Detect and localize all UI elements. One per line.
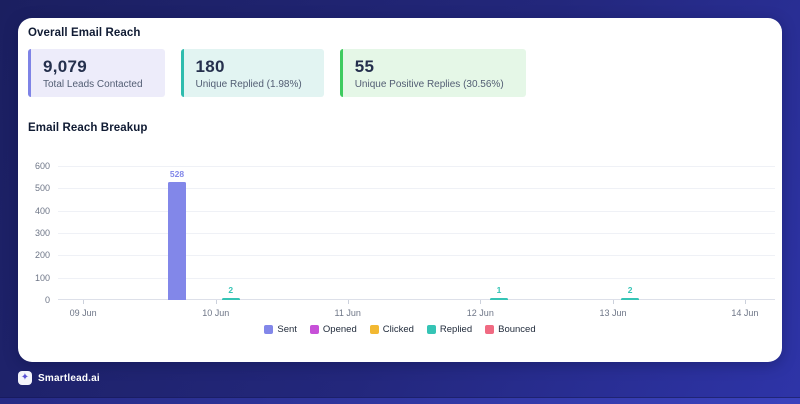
gridline [58, 211, 775, 212]
brand-logo: ✦ Smartlead.ai [18, 371, 100, 385]
email-reach-breakup-title: Email Reach Breakup [28, 122, 148, 134]
bottom-accent-strip [0, 397, 800, 404]
legend-swatch-clicked [370, 325, 379, 334]
x-axis-tick-label: 13 Jun [599, 308, 626, 318]
legend-swatch-opened [310, 325, 319, 334]
x-axis-line [58, 299, 775, 300]
y-axis-tick-label: 400 [35, 206, 50, 216]
brand-name: Smartlead.ai [38, 373, 100, 384]
chart-plot: 010020030040050060009 Jun10 Jun11 Jun12 … [58, 166, 775, 300]
y-axis-tick-label: 0 [45, 295, 50, 305]
bar-value-label: 1 [497, 285, 502, 295]
legend-label: Sent [277, 324, 297, 335]
stat-label: Unique Positive Replies (30.56%) [355, 79, 504, 90]
x-axis-tick-label: 12 Jun [467, 308, 494, 318]
legend-item-bounced[interactable]: Bounced [485, 324, 536, 335]
bar-replied[interactable] [222, 298, 240, 300]
stats-row: 9,079 Total Leads Contacted 180 Unique R… [28, 49, 526, 97]
bar-sent[interactable] [168, 182, 186, 300]
x-axis-tick-mark [348, 300, 349, 304]
stat-label: Total Leads Contacted [43, 79, 143, 90]
gridline [58, 255, 775, 256]
gridline [58, 188, 775, 189]
bar-replied[interactable] [490, 298, 508, 300]
y-axis-tick-label: 300 [35, 228, 50, 238]
smartlead-logo-icon: ✦ [18, 371, 32, 385]
y-axis-tick-label: 100 [35, 273, 50, 283]
stat-value: 9,079 [43, 56, 143, 77]
legend-item-sent[interactable]: Sent [264, 324, 297, 335]
y-axis-tick-label: 200 [35, 250, 50, 260]
legend-label: Replied [440, 324, 472, 335]
x-axis-tick-label: 11 Jun [334, 308, 360, 318]
stat-card-unique-positive-replies: 55 Unique Positive Replies (30.56%) [340, 49, 526, 97]
x-axis-tick-mark [480, 300, 481, 304]
stat-value: 55 [355, 56, 504, 77]
overall-email-reach-title: Overall Email Reach [28, 27, 141, 39]
y-axis-tick-label: 500 [35, 183, 50, 193]
legend-item-opened[interactable]: Opened [310, 324, 357, 335]
x-axis-tick-mark [613, 300, 614, 304]
legend-swatch-bounced [485, 325, 494, 334]
legend-label: Bounced [498, 324, 536, 335]
x-axis-tick-mark [83, 300, 84, 304]
x-axis-tick-label: 09 Jun [70, 308, 97, 318]
stat-card-leads-contacted: 9,079 Total Leads Contacted [28, 49, 165, 97]
gridline [58, 278, 775, 279]
gridline [58, 166, 775, 167]
legend-swatch-replied [427, 325, 436, 334]
x-axis-tick-mark [216, 300, 217, 304]
legend-item-clicked[interactable]: Clicked [370, 324, 414, 335]
bar-value-label: 2 [228, 285, 233, 295]
bar-value-label: 528 [170, 169, 184, 179]
x-axis-tick-label: 10 Jun [202, 308, 229, 318]
stat-value: 180 [196, 56, 302, 77]
x-axis-tick-mark [745, 300, 746, 304]
chart-legend: Sent Opened Clicked Replied Bounced [18, 324, 782, 335]
bar-value-label: 2 [628, 285, 633, 295]
x-axis-tick-label: 14 Jun [731, 308, 758, 318]
legend-label: Clicked [383, 324, 414, 335]
stat-card-unique-replied: 180 Unique Replied (1.98%) [181, 49, 324, 97]
dashboard-card: Overall Email Reach 9,079 Total Leads Co… [18, 18, 782, 362]
y-axis-tick-label: 600 [35, 161, 50, 171]
stat-label: Unique Replied (1.98%) [196, 79, 302, 90]
legend-item-replied[interactable]: Replied [427, 324, 472, 335]
legend-swatch-sent [264, 325, 273, 334]
legend-label: Opened [323, 324, 357, 335]
gridline [58, 233, 775, 234]
bar-replied[interactable] [621, 298, 639, 300]
